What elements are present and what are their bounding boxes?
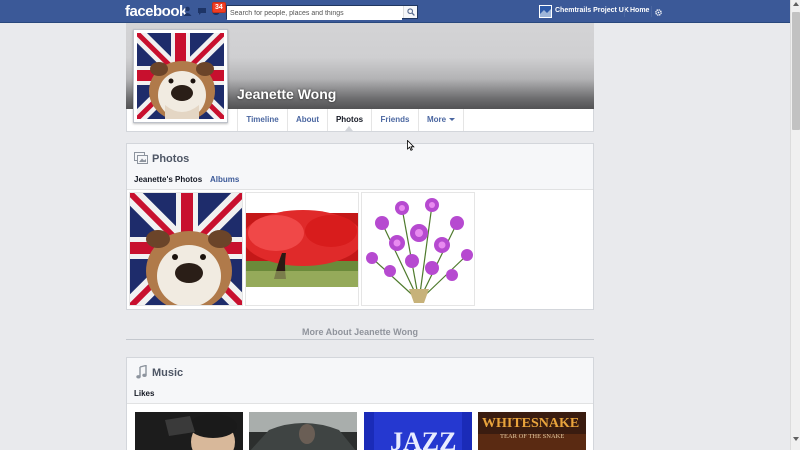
mouse-cursor-icon — [407, 139, 415, 154]
profile-name[interactable]: Jeanette Wong — [237, 86, 336, 102]
scroll-up-arrow-icon[interactable] — [793, 2, 799, 6]
scrollbar-thumb[interactable] — [792, 12, 800, 130]
search-bar[interactable] — [226, 5, 418, 20]
album-whitesnake-subtitle: TEAR OF THE SNAKE — [500, 433, 564, 440]
scroll-down-arrow-icon[interactable] — [793, 437, 799, 441]
photo-thumbnail[interactable] — [361, 192, 475, 306]
active-tab-indicator — [345, 126, 353, 131]
photo-thumbnail[interactable] — [245, 192, 359, 306]
search-icon — [407, 8, 415, 16]
photo-thumbnail[interactable] — [129, 192, 243, 306]
search-button[interactable] — [403, 6, 417, 18]
bulldog-union-jack-icon — [132, 28, 229, 124]
user-avatar[interactable] — [539, 5, 552, 18]
album-cover-1-icon — [135, 412, 243, 450]
page-scrollbar[interactable] — [790, 0, 800, 450]
section-divider — [126, 339, 594, 340]
messages-icon[interactable] — [197, 6, 206, 16]
subtab-jeanettes-photos[interactable]: Jeanette's Photos — [134, 175, 202, 184]
topbar-divider — [624, 6, 625, 17]
photos-title[interactable]: Photos — [152, 153, 189, 165]
user-profile-link[interactable]: Chemtrails Project UK — [555, 7, 629, 14]
red-tree-photo-icon — [246, 193, 358, 305]
album-jazz-text: JAZZ — [390, 427, 456, 450]
likes-label: Likes — [134, 389, 155, 398]
music-note-icon — [136, 364, 147, 382]
music-header: Music Likes — [127, 358, 593, 404]
photos-section: Photos Jeanette's Photos Albums — [126, 143, 594, 310]
tab-more-label: More — [426, 115, 447, 124]
music-like-item[interactable]: JAZZ — [364, 412, 472, 450]
music-like-item[interactable] — [135, 412, 243, 450]
purple-flowers-photo-icon — [362, 193, 474, 305]
search-input[interactable] — [227, 7, 402, 20]
topbar-divider — [651, 6, 652, 17]
chevron-down-icon — [449, 118, 456, 122]
notification-count-badge[interactable]: 34 — [212, 2, 226, 13]
home-link[interactable]: Home — [630, 7, 649, 14]
photos-header: Photos Jeanette's Photos Albums — [127, 144, 593, 190]
tab-about[interactable]: About — [287, 109, 327, 131]
album-cover-whitesnake-icon: WHITESNAKE TEAR OF THE SNAKE — [478, 412, 586, 450]
music-like-item[interactable]: WHITESNAKE TEAR OF THE SNAKE — [478, 412, 586, 450]
album-whitesnake-title: WHITESNAKE — [482, 416, 579, 431]
music-title[interactable]: Music — [152, 367, 183, 379]
tab-timeline[interactable]: Timeline — [237, 109, 287, 131]
tab-friends[interactable]: Friends — [371, 109, 418, 131]
profile-picture[interactable] — [132, 28, 229, 124]
album-cover-jazz-icon: JAZZ — [364, 412, 472, 450]
facebook-logo[interactable]: facebook — [125, 3, 187, 20]
subtab-albums[interactable]: Albums — [210, 175, 239, 184]
photos-icon — [134, 152, 148, 167]
music-section: Music Likes JAZZ WHITESNAKE TEAR OF THE … — [126, 357, 594, 450]
top-navigation-bar: facebook 34 Chemtrails Project UK Home — [0, 0, 790, 23]
music-like-item[interactable] — [249, 412, 357, 450]
tab-more[interactable]: More — [418, 109, 464, 131]
settings-gear-icon[interactable] — [655, 7, 662, 19]
album-cover-2-icon — [249, 412, 357, 450]
more-about-heading: More About Jeanette Wong — [301, 327, 418, 337]
bulldog-union-jack-photo-icon — [130, 193, 242, 305]
friend-requests-icon[interactable] — [183, 6, 192, 16]
